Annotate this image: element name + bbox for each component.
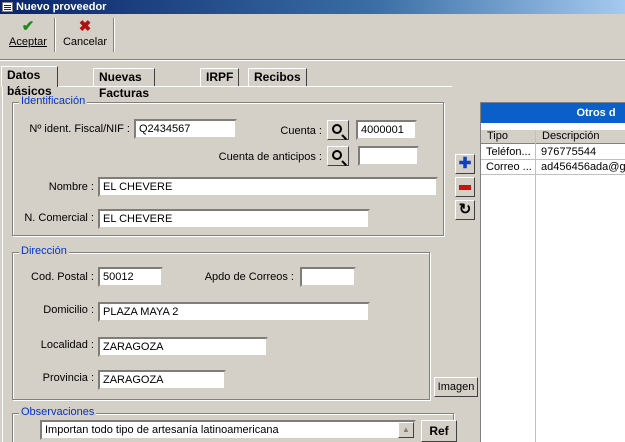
- ref-button[interactable]: Ref: [421, 420, 457, 442]
- plus-icon: ✚: [458, 155, 472, 172]
- column-header-descripcion[interactable]: Descripción: [536, 130, 625, 144]
- cuenta-field[interactable]: 4000001: [356, 120, 417, 140]
- anticipos-search-button[interactable]: [327, 146, 349, 166]
- x-icon: ✖: [78, 18, 92, 35]
- direccion-group-title: Dirección: [19, 245, 69, 257]
- cancel-button-label: Cancelar: [62, 36, 108, 48]
- localidad-label: Localidad :: [40, 339, 94, 351]
- column-header-tipo[interactable]: Tipo: [481, 130, 536, 144]
- grid-column-divider: [535, 130, 536, 442]
- observaciones-group-title: Observaciones: [19, 406, 97, 418]
- tab-irpf[interactable]: IRPF: [200, 68, 240, 86]
- codigo-postal-label: Cod. Postal :: [31, 271, 94, 283]
- codigo-postal-field[interactable]: 50012: [98, 267, 163, 287]
- localidad-field[interactable]: ZARAGOZA: [98, 337, 268, 357]
- apdo-correos-label: Apdo de Correos :: [204, 271, 294, 283]
- domicilio-label: Domicilio :: [43, 304, 94, 316]
- grid-row-divider: [481, 174, 625, 175]
- magnifier-icon: [332, 150, 342, 160]
- observaciones-textarea[interactable]: Importan todo tipo de artesanía latinoam…: [40, 420, 416, 440]
- cuenta-label: Cuenta :: [280, 125, 322, 137]
- cancel-button[interactable]: ✖ Cancelar: [60, 18, 110, 58]
- toolbar: ✔ Aceptar ✖ Cancelar: [0, 14, 625, 60]
- check-icon: ✔: [21, 18, 35, 35]
- accept-button-label: Aceptar: [9, 36, 47, 48]
- table-row-descripcion[interactable]: 976775544: [536, 145, 625, 159]
- nombre-label: Nombre :: [48, 181, 94, 193]
- tab-datos-basicos[interactable]: Datos básicos: [1, 66, 58, 98]
- provincia-label: Provincia :: [42, 372, 94, 384]
- domicilio-field[interactable]: PLAZA MAYA 2: [98, 302, 370, 322]
- provincia-field[interactable]: ZARAGOZA: [98, 370, 226, 390]
- tab-recibos[interactable]: Recibos: [248, 68, 307, 86]
- otros-datos-header: Otros d: [481, 103, 625, 123]
- anticipos-field[interactable]: [358, 146, 419, 166]
- app-icon: [2, 2, 13, 12]
- accept-button[interactable]: ✔ Aceptar: [6, 18, 50, 58]
- remove-row-button[interactable]: [455, 177, 475, 197]
- table-row-descripcion[interactable]: ad456456ada@g: [536, 160, 625, 174]
- anticipos-label: Cuenta de anticipos :: [218, 151, 322, 163]
- table-row-tipo[interactable]: Correo ...: [481, 160, 535, 174]
- comercial-label: N. Comercial :: [24, 212, 94, 224]
- scroll-up-arrow[interactable]: ▲: [398, 422, 414, 438]
- minus-icon: [459, 184, 471, 190]
- tab-nuevas-facturas[interactable]: Nuevas Facturas: [93, 68, 156, 100]
- tab-label: IRPF: [206, 70, 234, 84]
- magnifier-icon: [332, 124, 342, 134]
- nombre-field[interactable]: EL CHEVERE: [98, 177, 438, 197]
- refresh-button[interactable]: ↻: [455, 200, 475, 220]
- otros-datos-grid: Otros d Tipo Descripción Teléfon... 9767…: [480, 102, 625, 442]
- window-title: Nuevo proveedor: [16, 1, 107, 13]
- toolbar-separator: [54, 18, 56, 52]
- imagen-button[interactable]: Imagen: [434, 377, 478, 397]
- add-row-button[interactable]: ✚: [455, 154, 475, 174]
- cuenta-search-button[interactable]: [327, 120, 349, 140]
- tab-label: Datos básicos: [7, 68, 52, 98]
- toolbar-separator: [113, 18, 115, 52]
- window-titlebar: Nuevo proveedor: [0, 0, 625, 14]
- refresh-icon: ↻: [458, 201, 472, 218]
- tab-label: Recibos: [254, 70, 301, 84]
- apdo-correos-field[interactable]: [300, 267, 356, 287]
- nif-label: Nº ident. Fiscal/NIF :: [29, 123, 130, 135]
- comercial-field[interactable]: EL CHEVERE: [98, 209, 370, 229]
- nif-field[interactable]: Q2434567: [134, 119, 237, 139]
- table-row-tipo[interactable]: Teléfon...: [481, 145, 535, 159]
